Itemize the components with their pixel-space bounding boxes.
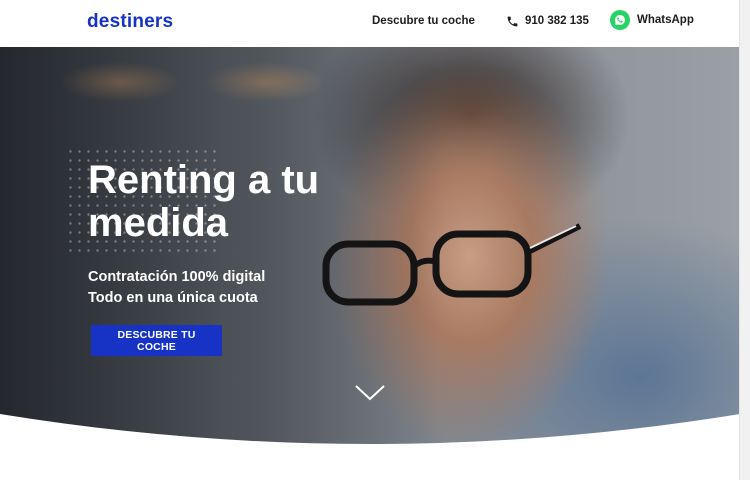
hero-photo-glasses	[322, 223, 582, 306]
hero-subtitle-line2: Todo en una única cuota	[88, 290, 258, 306]
cta-button[interactable]: DESCUBRE TU COCHE	[91, 325, 222, 356]
phone-link[interactable]: 910 382 135	[506, 13, 589, 29]
nav-link-descubre[interactable]: Descubre tu coche	[372, 15, 475, 27]
scrollbar[interactable]	[739, 0, 750, 480]
phone-icon	[506, 15, 519, 28]
site-header: destiners Descubre tu coche 910 382 135 …	[0, 0, 740, 47]
logo[interactable]: destiners	[87, 11, 173, 33]
hero-banner: Renting a tu medida Contratación 100% di…	[0, 47, 740, 447]
phone-number: 910 382 135	[525, 15, 589, 27]
whatsapp-link[interactable]: WhatsApp	[610, 10, 694, 30]
hero-bottom-curve	[0, 414, 740, 480]
whatsapp-label: WhatsApp	[637, 14, 694, 26]
chevron-down-icon[interactable]	[354, 384, 386, 402]
hero-subtitle-line1: Contratación 100% digital	[88, 269, 266, 285]
whatsapp-icon	[610, 10, 630, 30]
hero-subtitle: Contratación 100% digital Todo en una ún…	[88, 267, 265, 309]
hero-title: Renting a tu medida	[88, 158, 320, 245]
